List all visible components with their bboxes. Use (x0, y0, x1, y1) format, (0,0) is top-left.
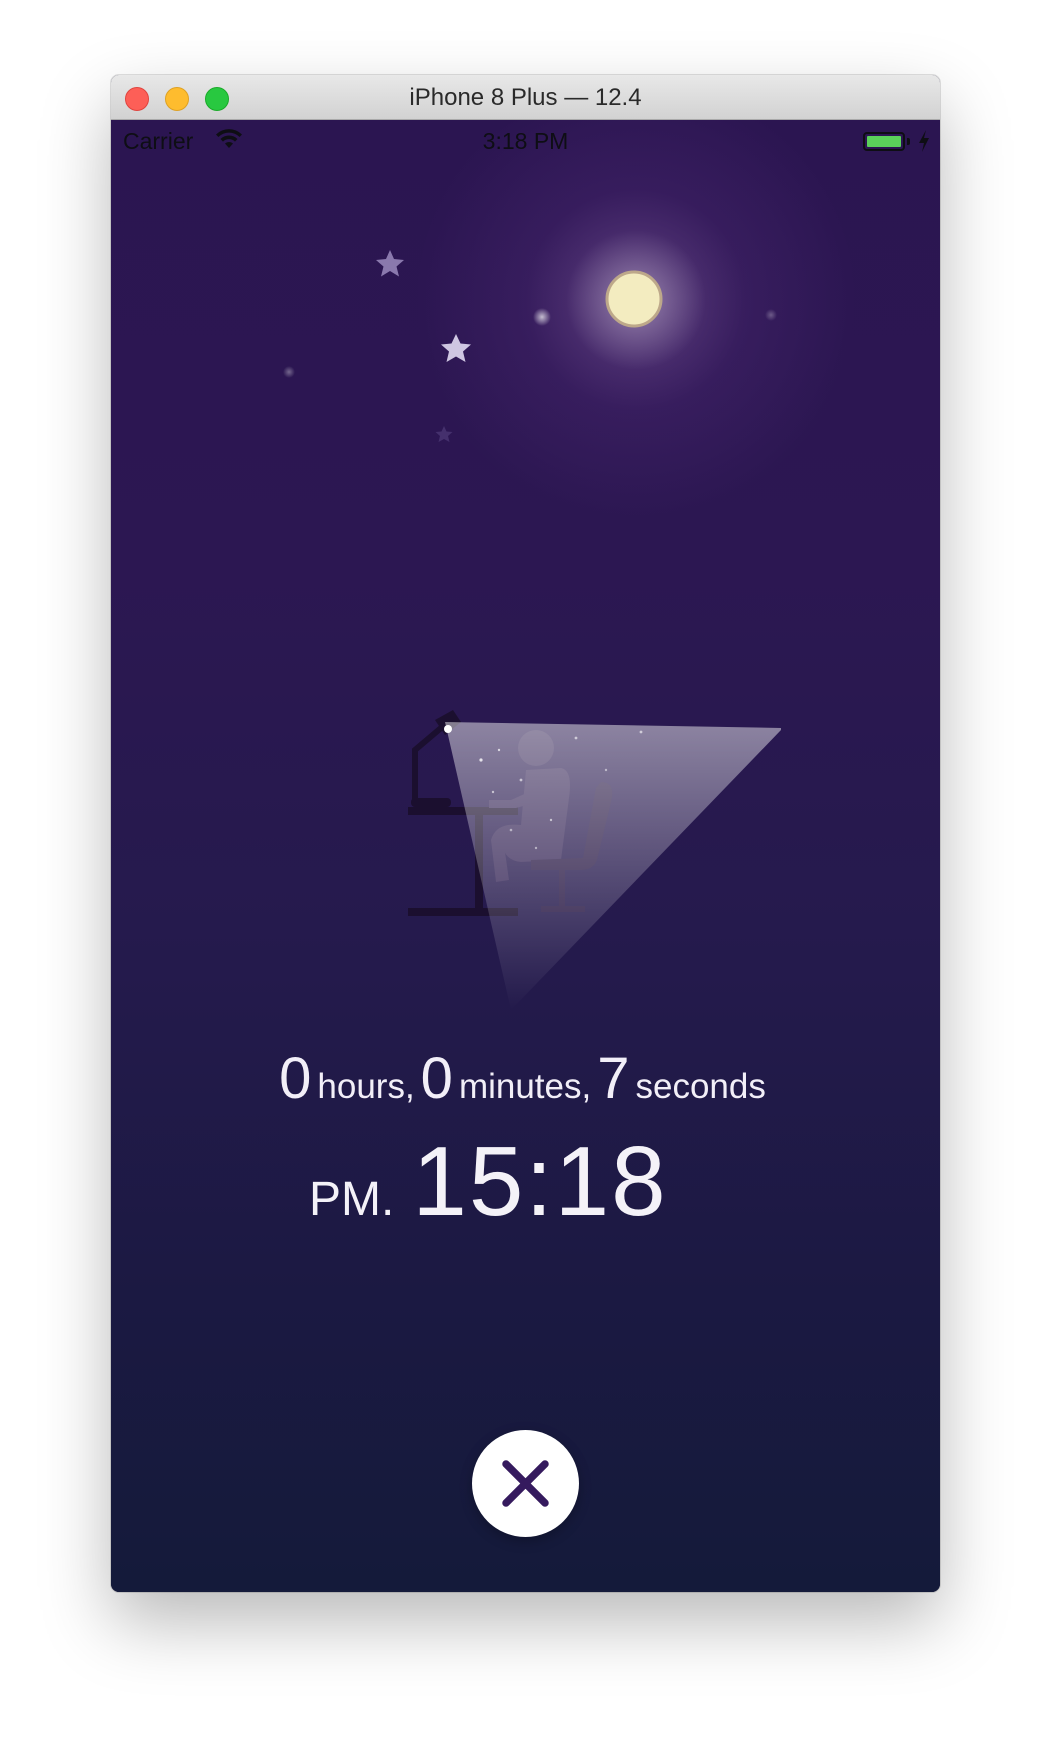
elapsed-hours-label: hours, (317, 1067, 415, 1106)
lamp-light-beam (445, 722, 781, 1010)
simulator-window: iPhone 8 Plus — 12.4 Carrier 3:18 PM 0 h… (111, 75, 940, 1592)
star-dot (283, 366, 295, 378)
ampm-label: PM. (309, 1173, 395, 1226)
window-titlebar[interactable]: iPhone 8 Plus — 12.4 (111, 75, 940, 120)
app-screen: Carrier 3:18 PM 0 hours, 0 minutes, 7 se… (111, 120, 940, 1592)
moon-icon (605, 270, 663, 328)
star-icon (376, 250, 404, 277)
star-dot (765, 309, 777, 321)
star-dot (533, 308, 551, 326)
current-time: PM. 15:18 (309, 1125, 668, 1238)
star-icon (435, 426, 453, 442)
window-title: iPhone 8 Plus — 12.4 (409, 84, 642, 111)
elapsed-seconds-label: seconds (635, 1067, 766, 1106)
clock-time: 15:18 (412, 1126, 668, 1236)
elapsed-hours: 0 (279, 1046, 312, 1111)
elapsed-minutes: 0 (420, 1046, 453, 1111)
lamp-arm (412, 725, 443, 800)
elapsed-minutes-label: minutes, (458, 1067, 592, 1106)
elapsed-time: 0 hours, 0 minutes, 7 seconds (111, 1045, 940, 1112)
elapsed-seconds: 7 (597, 1046, 630, 1111)
dismiss-button[interactable] (472, 1430, 579, 1537)
desk-worker-illustration (408, 710, 781, 1010)
star-icon (441, 334, 471, 362)
close-icon (502, 1460, 549, 1507)
lamp-bulb (444, 725, 452, 733)
